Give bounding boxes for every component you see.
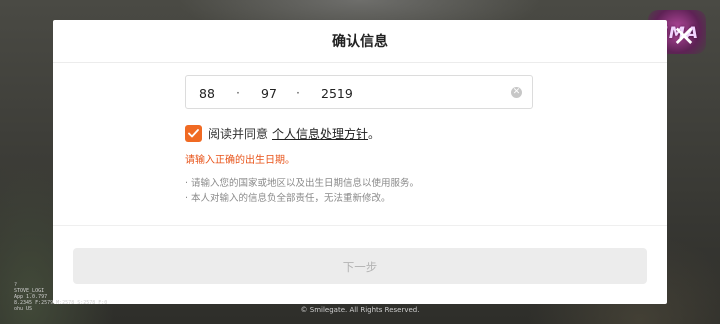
date-separator: · [296, 85, 300, 100]
copyright-text: © Smilegate. All Rights Reserved. [300, 306, 420, 314]
agree-suffix: 。 [368, 126, 381, 141]
notes-list: · 请输入您的国家或地区以及出生日期信息以使用服务。 · 本人对输入的信息负全部… [185, 176, 419, 206]
agree-label: 阅读并同意 [208, 126, 269, 141]
note-item: · 请输入您的国家或地区以及出生日期信息以使用服务。 [185, 178, 420, 189]
date-separator: · [236, 85, 240, 100]
birth-year-field[interactable]: 88 [199, 86, 215, 101]
footer-divider [53, 225, 667, 226]
clear-icon[interactable]: ✕ [511, 87, 522, 98]
dialog-title: 确认信息 [332, 34, 388, 50]
next-button[interactable]: 下一步 [73, 248, 647, 284]
birthdate-input[interactable]: 88 · 97 · 2519 ✕ [185, 75, 533, 109]
birth-day-field[interactable]: 2519 [321, 86, 353, 101]
checkmark-icon [188, 128, 199, 137]
privacy-policy-link[interactable]: 个人信息处理方针 [272, 125, 368, 142]
birth-month-field[interactable]: 97 [261, 86, 277, 101]
birthdate-error-message: 请输入正确的出生日期。 [185, 155, 295, 166]
agree-checkbox[interactable] [185, 124, 202, 142]
note-item: · 本人对输入的信息负全部责任，无法重新修改。 [185, 193, 391, 204]
dialog-header: 确认信息 [53, 20, 667, 63]
close-icon[interactable]: ✕ [671, 23, 697, 51]
confirm-info-dialog: 确认信息 88 · 97 · 2519 ✕ 阅读并同意 个人信息处理方针 。 请… [53, 20, 667, 304]
agree-row: 阅读并同意 个人信息处理方针 。 [185, 124, 380, 142]
